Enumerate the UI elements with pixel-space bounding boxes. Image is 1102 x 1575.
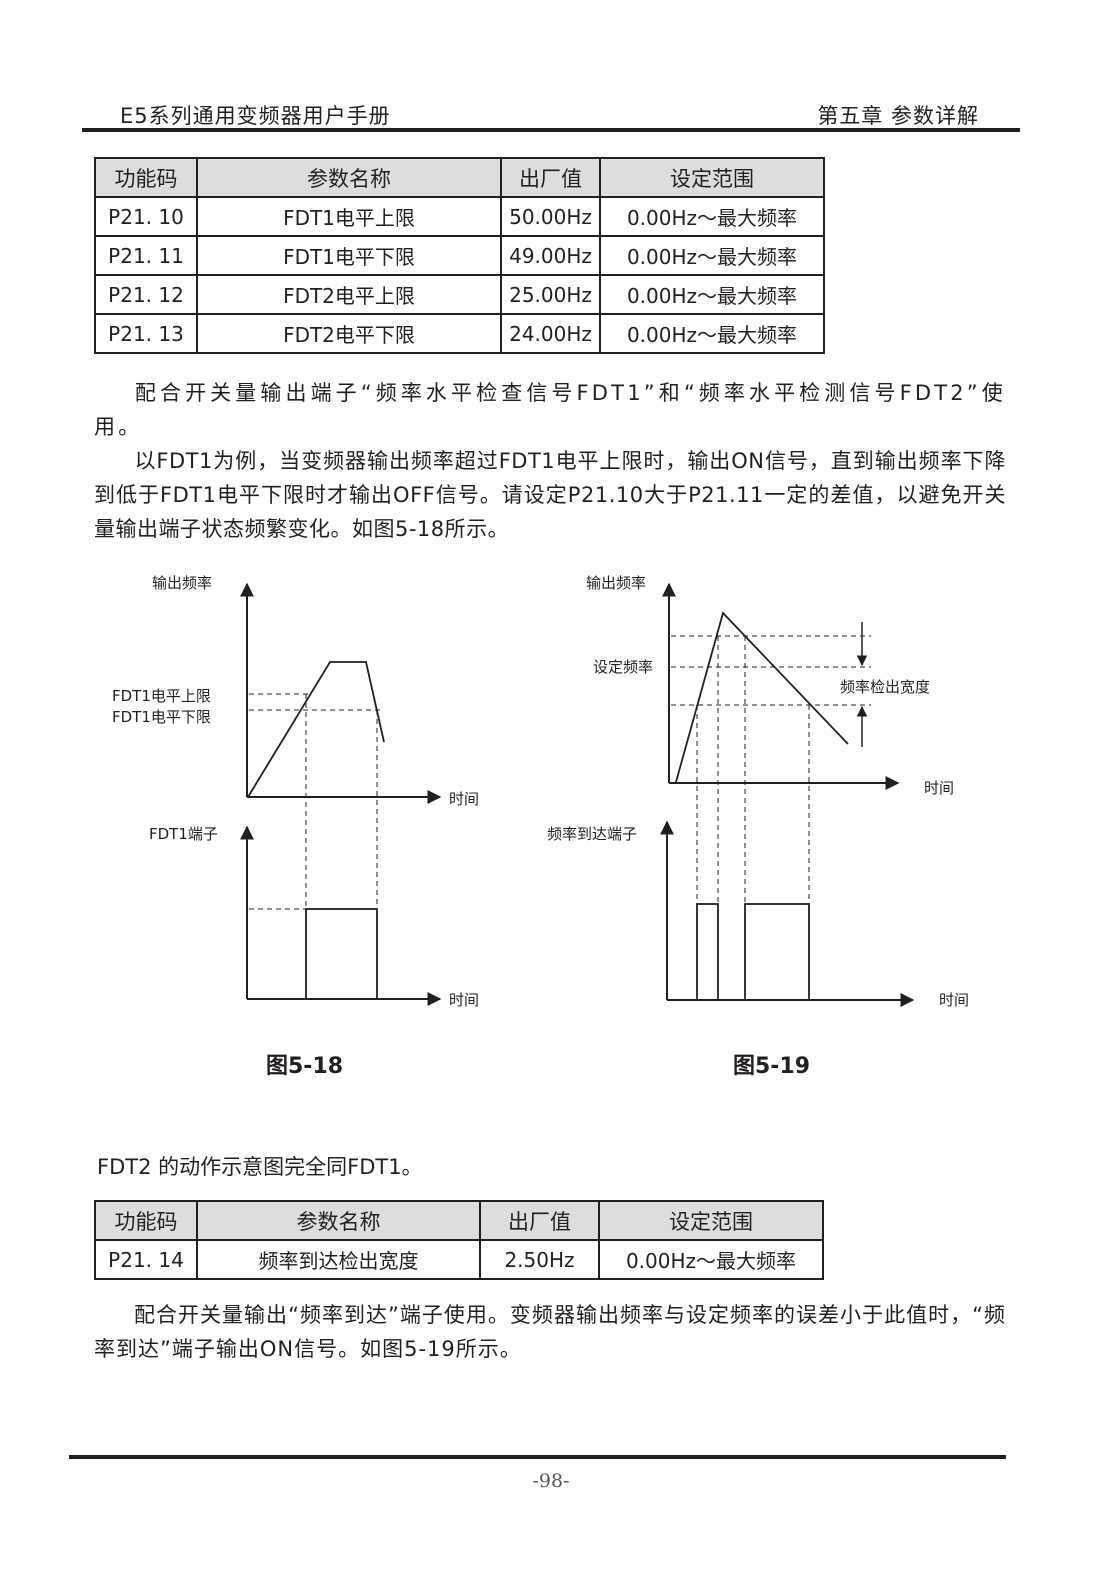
fig518-x-label-top: 时间 bbox=[449, 790, 479, 808]
fig519-terminal-label: 频率到达端子 bbox=[547, 825, 637, 843]
footer-rule bbox=[69, 1455, 1006, 1459]
fig518-terminal-label: FDT1端子 bbox=[149, 825, 218, 843]
param-default: 2.50Hz bbox=[479, 1239, 600, 1280]
fig519-frequency-curve bbox=[675, 611, 849, 783]
table-header-row: 功能码 参数名称 出厂值 设定范围 bbox=[94, 1200, 824, 1241]
paragraph-arrival-usage-text: 配合开关量输出“频率到达”端子使用。变频器输出频率与设定频率的误差小于此值时，“… bbox=[94, 1303, 1006, 1361]
fig518-on-pulse bbox=[305, 908, 378, 1000]
fig518-frequency-curve bbox=[247, 661, 385, 798]
page-number: -98- bbox=[532, 1470, 570, 1492]
fig519-on-pulse-1 bbox=[696, 903, 719, 1001]
fig519-width-label: 频率检出宽度 bbox=[840, 678, 930, 696]
paragraph-fdt2-note: FDT2 的动作示意图完全同FDT1。 bbox=[97, 1155, 423, 1179]
column-header-name: 参数名称 bbox=[196, 1200, 481, 1241]
fig519-on-pulse-2 bbox=[744, 903, 810, 1001]
param-range: 0.00Hz～最大频率 bbox=[598, 1239, 824, 1280]
paragraph-arrival-usage: 配合开关量输出“频率到达”端子使用。变频器输出频率与设定频率的误差小于此值时，“… bbox=[94, 1298, 1006, 1366]
table-row: P21. 14 频率到达检出宽度 2.50Hz 0.00Hz～最大频率 bbox=[94, 1239, 824, 1280]
fig518-x-label-bottom: 时间 bbox=[449, 991, 479, 1009]
param-name: 频率到达检出宽度 bbox=[196, 1239, 481, 1280]
figure-5-18: 输出频率 时间 FDT1电平上限 FDT1电平下限 FDT1端子 时间 bbox=[112, 574, 479, 1009]
fig519-setpoint-label: 设定频率 bbox=[593, 658, 653, 676]
fig519-x-label-bottom: 时间 bbox=[939, 991, 969, 1009]
figures-svg: 输出频率 时间 FDT1电平上限 FDT1电平下限 FDT1端子 时间 输出频率… bbox=[112, 574, 969, 1009]
fig519-y-label: 输出频率 bbox=[586, 574, 646, 592]
column-header-range: 设定范围 bbox=[598, 1200, 824, 1241]
fig518-lower-label: FDT1电平下限 bbox=[112, 708, 211, 726]
fig518-y-label: 输出频率 bbox=[152, 574, 212, 592]
parameter-table-arrival: 功能码 参数名称 出厂值 设定范围 P21. 14 频率到达检出宽度 2.50H… bbox=[94, 1200, 824, 1280]
fig518-upper-label: FDT1电平上限 bbox=[112, 687, 211, 705]
figure-5-19: 输出频率 时间 设定频率 频率检出宽度 频率到达端子 时间 bbox=[547, 574, 969, 1009]
param-code: P21. 14 bbox=[94, 1239, 198, 1280]
caption-figure-5-18: 图5-18 bbox=[266, 1054, 344, 1079]
caption-figure-5-19: 图5-19 bbox=[733, 1054, 811, 1079]
column-header-code: 功能码 bbox=[94, 1200, 198, 1241]
column-header-default: 出厂值 bbox=[479, 1200, 600, 1241]
fig519-x-label-top: 时间 bbox=[924, 779, 954, 797]
